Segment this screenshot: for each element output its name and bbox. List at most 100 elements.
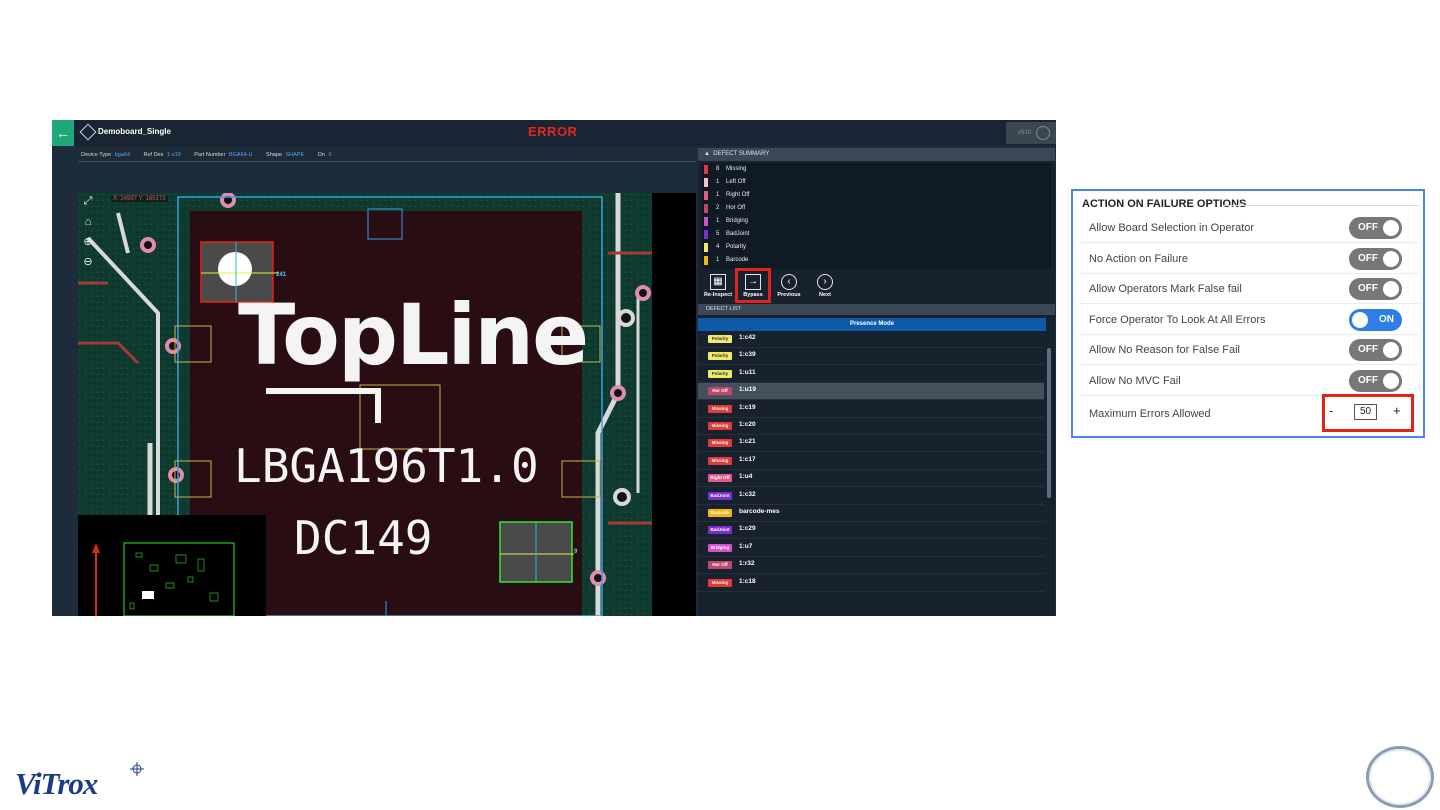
toggle-knob xyxy=(1383,281,1399,297)
previous-label: Previous xyxy=(777,292,801,298)
defect-list-row[interactable]: Missing 1:c17 xyxy=(698,453,1044,470)
defect-type-badge: Polarity xyxy=(708,335,732,343)
defect-summary-item[interactable]: 1 Bridging xyxy=(702,215,902,227)
toggle-state: OFF xyxy=(1358,283,1378,294)
option-row: Force Operator To Look At All Errors ON xyxy=(1079,305,1419,335)
defect-list-row[interactable]: Bridging 1:u7 xyxy=(698,540,1044,557)
defect-count: 5 xyxy=(716,231,720,237)
option-toggle[interactable]: OFF xyxy=(1349,247,1402,270)
defect-summary-item[interactable]: 1 Right Off xyxy=(702,189,902,201)
defect-list-row[interactable]: Hor Off 1:u19 xyxy=(698,383,1044,401)
scrollbar-thumb[interactable] xyxy=(1047,348,1051,498)
defect-color-swatch xyxy=(704,230,708,239)
defect-ref-des: 1:c18 xyxy=(739,577,756,585)
decrement-button[interactable]: - xyxy=(1329,403,1333,418)
defect-ref-des: 1:c32 xyxy=(739,490,756,498)
options-title: ACTION ON FAILURE OPTIONS xyxy=(1082,198,1247,210)
slide: ← Demoboard_Single ERROR v510 Device Typ… xyxy=(0,0,1440,810)
option-toggle[interactable]: ON xyxy=(1349,308,1402,331)
next-label: Next xyxy=(819,292,831,298)
ref-des-value: 1:u19 xyxy=(166,152,181,158)
defect-list-row[interactable]: Barcode barcode-mes xyxy=(698,505,1044,522)
defect-type-label: Right Off xyxy=(726,192,750,198)
defect-type-label: Polarity xyxy=(726,244,747,250)
defect-summary-list: 8 Missing 1 Left Off 1 Right Off 2 Hor Off 1 Brid… xyxy=(702,163,1051,269)
defect-list-row[interactable]: Missing 1:c21 xyxy=(698,435,1044,453)
defect-summary-item[interactable]: 2 Hor Off xyxy=(702,202,902,214)
defect-list-row[interactable]: Hor Off 1:r32 xyxy=(698,557,1044,575)
defect-type-badge: BadJoint xyxy=(708,491,732,500)
option-row: No Action on Failure OFF xyxy=(1079,244,1419,274)
defect-type-badge: Missing xyxy=(708,422,732,430)
defect-list-row[interactable]: BadJoint 1:c29 xyxy=(698,522,1044,540)
home-view-icon[interactable]: ⌂ xyxy=(81,215,95,229)
defect-summary-item[interactable]: 8 Missing xyxy=(702,163,902,175)
defect-list-row[interactable]: Polarity 1:u11 xyxy=(698,366,1044,383)
option-label: No Action on Failure xyxy=(1089,252,1189,265)
fit-to-screen-icon[interactable]: ⤢ xyxy=(81,194,95,208)
part-number-label: Part Number xyxy=(194,152,226,158)
defect-ref-des: 1:c39 xyxy=(739,351,756,359)
shape-value: SHAPE xyxy=(285,152,305,158)
option-row: Allow No Reason for False Fail OFF xyxy=(1079,335,1419,365)
defect-type-badge: Missing xyxy=(708,456,732,465)
defect-summary-header[interactable]: ▲ DEFECT SUMMARY xyxy=(698,148,1055,161)
defect-list-row[interactable]: Missing 1:c19 xyxy=(698,401,1044,418)
defect-count: 1 xyxy=(716,192,720,198)
pcb-image-viewport[interactable]: X: 24997 Y: 165173 241 9 TopLine LBGA196… xyxy=(78,193,652,616)
defect-list-row[interactable]: Missing 1:c20 xyxy=(698,418,1044,435)
defect-ref-des: 1:c21 xyxy=(739,438,756,446)
toggle-state: OFF xyxy=(1358,374,1378,386)
defect-list-header: DEFECT LIST xyxy=(698,304,1055,315)
option-toggle[interactable]: OFF xyxy=(1349,278,1402,300)
title-divider xyxy=(1223,205,1419,206)
zoom-out-icon[interactable]: ⊖ xyxy=(81,255,95,269)
part-number-value: BGA64-U xyxy=(228,152,253,158)
defect-type-badge: Polarity xyxy=(708,352,732,361)
chevron-right-icon: › xyxy=(817,274,833,290)
defect-list-row[interactable]: Missing 1:c18 xyxy=(698,575,1044,592)
defect-panel: ▲ DEFECT SUMMARY 8 Missing 1 Left Off 1 Right… xyxy=(698,148,1055,616)
defect-summary-item[interactable]: 1 Barcode xyxy=(702,254,902,266)
defect-ref-des: 1:c42 xyxy=(739,334,756,341)
option-row: Allow No MVC Fail OFF xyxy=(1079,366,1419,396)
defect-color-swatch xyxy=(704,165,708,174)
on-value: 0 xyxy=(328,152,332,158)
max-errors-input[interactable]: 50 xyxy=(1354,404,1377,420)
toggle-knob xyxy=(1383,372,1399,389)
defect-summary-item[interactable]: 5 BadJoint xyxy=(702,228,902,240)
defect-summary-title: DEFECT SUMMARY xyxy=(713,151,770,157)
next-button[interactable]: › Next xyxy=(807,274,843,302)
title-bar: ← Demoboard_Single ERROR v510 xyxy=(52,120,1056,146)
defect-color-swatch xyxy=(704,243,708,252)
defect-type-label: BadJoint xyxy=(726,231,750,237)
reinspect-icon: ▦ xyxy=(710,274,726,290)
defect-color-swatch xyxy=(704,217,708,226)
component-info-bar: Device Type bga64 Ref Des 1:u19 Part Num… xyxy=(78,148,696,162)
reinspect-button[interactable]: ▦ Re-Inspect xyxy=(700,274,736,302)
defect-ref-des: 1:c29 xyxy=(739,525,756,533)
option-label: Allow No Reason for False Fail xyxy=(1089,344,1241,356)
defect-list-row[interactable]: Polarity 1:c39 xyxy=(698,348,1044,366)
option-toggle[interactable]: OFF xyxy=(1349,217,1402,239)
toggle-state: OFF xyxy=(1358,222,1378,233)
defect-summary-item[interactable]: 1 Left Off xyxy=(702,176,902,188)
option-toggle[interactable]: OFF xyxy=(1349,339,1402,361)
back-arrow-icon[interactable]: ← xyxy=(52,120,74,146)
defect-type-badge: Bridging xyxy=(708,543,732,552)
toggle-knob xyxy=(1383,342,1399,358)
option-toggle[interactable]: OFF xyxy=(1349,369,1402,392)
defect-list-row[interactable]: Right Off 1:u4 xyxy=(698,470,1044,488)
viewer-tools: ⤢ ⌂ ⊕ ⊖ xyxy=(78,164,98,614)
increment-button[interactable]: + xyxy=(1393,403,1401,418)
defect-color-swatch xyxy=(704,204,708,213)
defect-list-row[interactable]: BadJoint 1:c32 xyxy=(698,488,1044,505)
previous-button[interactable]: ‹ Previous xyxy=(771,274,807,302)
defect-list-row[interactable]: Polarity 1:c42 xyxy=(698,331,1044,348)
defect-summary-item[interactable]: 4 Polarity xyxy=(702,241,902,253)
defect-list-scrollbar[interactable] xyxy=(1046,318,1052,616)
info-circle-icon[interactable] xyxy=(1036,126,1050,140)
zoom-in-icon[interactable]: ⊕ xyxy=(81,235,95,249)
defect-type-badge: Missing xyxy=(708,404,732,413)
presence-mode-bar[interactable]: Presence Mode xyxy=(698,318,1046,331)
